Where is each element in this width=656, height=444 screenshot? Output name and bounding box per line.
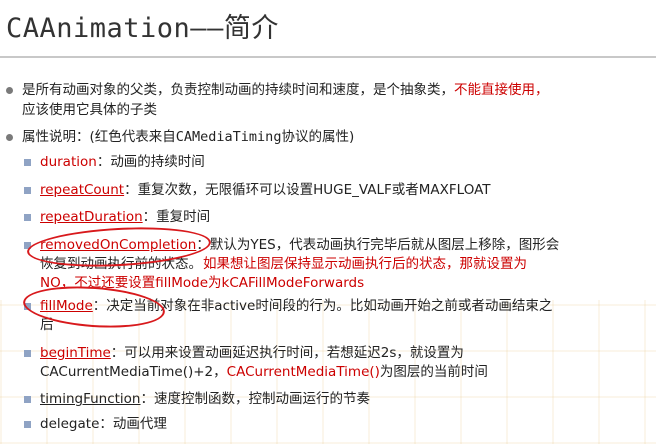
item-name: repeatDuration <box>40 209 143 225</box>
item-desc: 速度控制函数，控制动画运行的节奏 <box>154 391 370 407</box>
item-desc: 为图层的当前时间 <box>379 364 488 380</box>
item-name: duration <box>40 154 97 170</box>
item-name: removedOnCompletion <box>40 237 197 253</box>
item-name: fillMode <box>40 298 93 314</box>
sub-bullet <box>24 187 31 194</box>
sub-bullet <box>24 396 31 403</box>
bullet-dot <box>6 134 13 141</box>
item-sep: ： <box>110 345 125 361</box>
item-desc: 动画代理 <box>112 416 167 432</box>
item-delegate: delegate：动画代理 <box>40 414 167 434</box>
item-begintime: beginTime：可以用来设置动画延迟执行时间，若想延迟2s，就设置为 <box>40 343 464 363</box>
intro-line-2: 应该使用它具体的子类 <box>22 102 157 118</box>
item-desc: 决定当前对象在非active时间段的行为。比如动画开始之前或者动画结束之 <box>106 298 553 314</box>
item-removedoncompletion-cont: 恢复到动画执行前的状态。 <box>40 256 202 272</box>
item-name: beginTime <box>40 345 111 361</box>
item-name: repeatCount <box>40 182 125 198</box>
attrs-label-end: 协议的属性) <box>281 129 355 145</box>
intro-text: 是所有动画对象的父类，负责控制动画的持续时间和速度，是个抽象类， <box>22 82 454 98</box>
attrs-label: 属性说明：(红色代表来自 <box>22 129 176 145</box>
item-begintime-cont: CACurrentMediaTime()+2，CACurrentMediaTim… <box>40 362 488 382</box>
item-sep: ： <box>92 298 107 314</box>
item-desc: 重复时间 <box>156 209 211 225</box>
sub-bullet <box>24 303 31 310</box>
item-desc-code: CACurrentMediaTime()+2， <box>40 364 227 380</box>
item-sep: ： <box>96 154 111 170</box>
item-sep: ： <box>142 209 157 225</box>
item-repeatcount: repeatCount：重复次数，无限循环可以设置HUGE_VALF或者MAXF… <box>40 180 491 200</box>
item-removedoncompletion: removedOnCompletion：默认为YES，代表动画执行完毕后就从图层… <box>40 235 559 255</box>
annotation-line-1: 如果想让图层保持显示动画执行后的状态，那就设置为 <box>203 256 527 272</box>
item-sep: ： <box>140 391 155 407</box>
attrs-heading: 属性说明：(红色代表来自CAMediaTiming协议的属性) <box>22 127 354 147</box>
item-sep: ： <box>124 182 138 198</box>
sub-bullet <box>24 421 31 428</box>
item-fillmode: fillMode：决定当前对象在非active时间段的行为。比如动画开始之前或者… <box>40 296 552 316</box>
sub-bullet <box>24 159 31 166</box>
slide-body: 是所有动画对象的父类，负责控制动画的持续时间和速度，是个抽象类，不能直接使用， … <box>0 0 656 444</box>
item-timingfunction: timingFunction：速度控制函数，控制动画运行的节奏 <box>40 389 370 409</box>
attrs-protocol: CAMediaTiming <box>175 129 282 145</box>
item-duration: duration：动画的持续时间 <box>40 152 205 172</box>
intro-emphasis: 不能直接使用， <box>454 82 549 98</box>
item-name: timingFunction <box>40 391 141 407</box>
item-name: delegate <box>40 416 100 432</box>
item-sep: ： <box>99 416 113 432</box>
item-desc: 可以用来设置动画延迟执行时间，若想延迟2s，就设置为 <box>124 345 464 361</box>
annotation-line-2: NO，不过还要设置fillMode为kCAFillModeForwards <box>40 275 365 291</box>
sub-bullet <box>24 350 31 357</box>
sub-bullet <box>24 242 31 249</box>
item-desc-code-red: CACurrentMediaTime() <box>226 364 380 380</box>
item-repeatduration: repeatDuration：重复时间 <box>40 207 210 227</box>
sub-bullet <box>24 214 31 221</box>
bullet-dot <box>6 87 13 94</box>
item-sep: ： <box>196 237 210 253</box>
item-desc: 动画的持续时间 <box>110 154 205 170</box>
item-desc: 重复次数，无限循环可以设置HUGE_VALF或者MAXFLOAT <box>137 182 491 198</box>
intro-line-1: 是所有动画对象的父类，负责控制动画的持续时间和速度，是个抽象类，不能直接使用， <box>22 80 549 100</box>
item-fillmode-cont: 后 <box>40 317 54 333</box>
item-desc: 默认为YES，代表动画执行完毕后就从图层上移除，图形会 <box>209 237 560 253</box>
